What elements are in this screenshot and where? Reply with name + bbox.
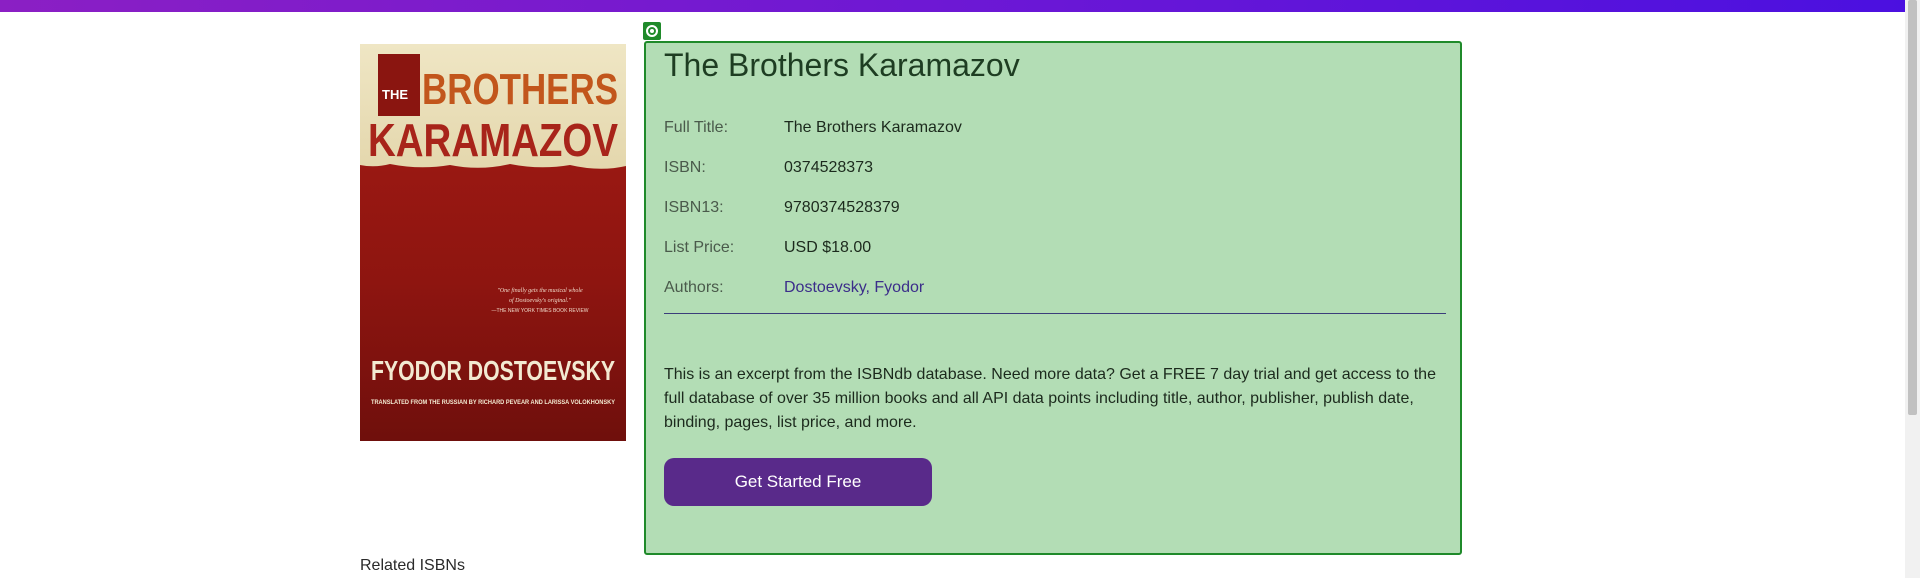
author-link[interactable]: Dostoevsky, Fyodor	[784, 279, 924, 296]
cover-title-line1: BROTHERS	[422, 65, 618, 114]
detail-label: Full Title:	[664, 119, 729, 136]
cover-quote-line1: "One finally gets the musical whole	[497, 287, 583, 294]
related-isbns-heading: Related ISBNs	[360, 557, 465, 574]
details-divider	[664, 313, 1446, 314]
detail-label: ISBN:	[664, 159, 706, 176]
book-details-panel: The Brothers Karamazov Full Title: The B…	[644, 41, 1462, 555]
detail-label: ISBN13:	[664, 199, 724, 216]
cover-translators: TRANSLATED FROM THE RUSSIAN BY RICHARD P…	[371, 400, 615, 406]
page-scrollbar[interactable]	[1905, 0, 1920, 578]
target-icon	[643, 22, 661, 40]
detail-value: USD $18.00	[784, 239, 872, 256]
top-accent-bar	[0, 0, 1905, 12]
cover-quote-source: —THE NEW YORK TIMES BOOK REVIEW	[491, 308, 588, 314]
cover-author: FYODOR DOSTOEVSKY	[371, 355, 615, 386]
book-cover-image: THE BROTHERS KARAMAZOV "One finally gets…	[360, 44, 626, 441]
book-title: The Brothers Karamazov	[664, 47, 1020, 83]
get-started-free-button[interactable]: Get Started Free	[664, 458, 932, 506]
detail-label: Authors:	[664, 279, 724, 296]
cover-the-text: THE	[382, 87, 408, 102]
scrollbar-thumb[interactable]	[1908, 0, 1917, 415]
detail-value: The Brothers Karamazov	[784, 119, 962, 136]
cover-quote-line2: of Dostoevsky's original."	[509, 297, 571, 304]
cover-title-line2: KARAMAZOV	[368, 114, 618, 166]
detail-value: 0374528373	[784, 159, 873, 176]
detail-label: List Price:	[664, 239, 735, 256]
excerpt-text: This is an excerpt from the ISBNdb datab…	[664, 366, 1436, 431]
detail-value: 9780374528379	[784, 199, 900, 216]
